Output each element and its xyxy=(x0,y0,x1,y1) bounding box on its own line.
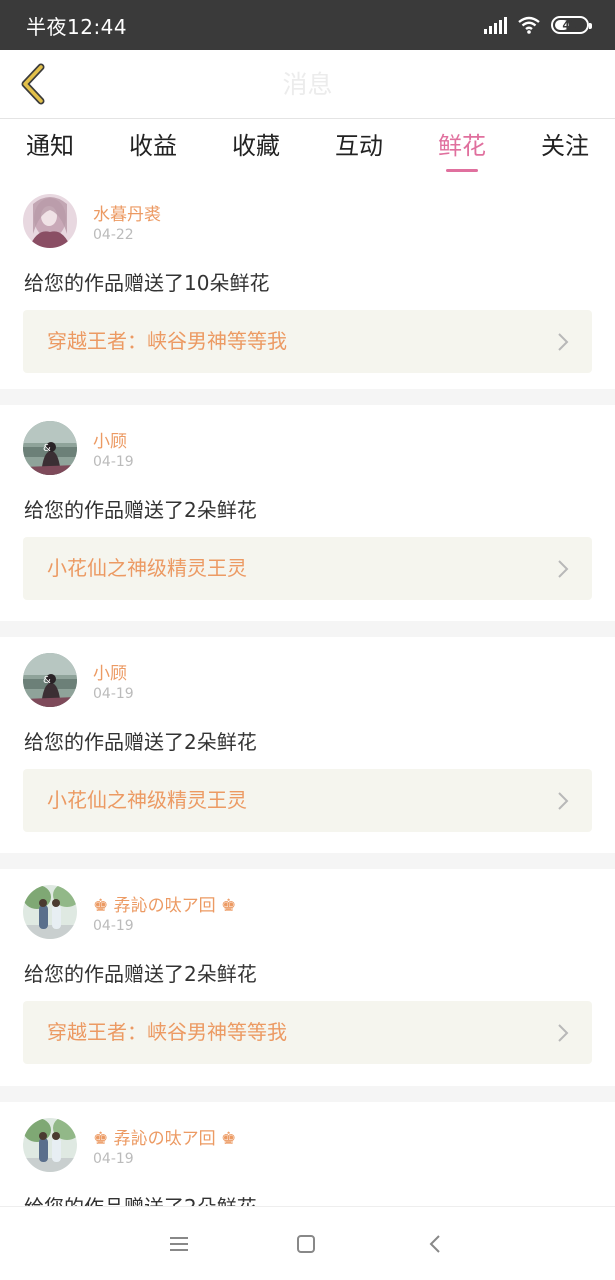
tab-label: 通知 xyxy=(26,132,74,160)
tab-flowers[interactable]: 鲜花 xyxy=(426,120,498,178)
tab-notifications[interactable]: 通知 xyxy=(14,120,86,178)
avatar[interactable] xyxy=(23,1118,77,1172)
user-name[interactable]: ♚ 孨訫の呔ア回 ♚ xyxy=(93,891,236,916)
divider xyxy=(0,621,615,637)
work-link[interactable]: 小花仙之神级精灵王灵 xyxy=(23,769,592,832)
gift-message: 给您的作品赠送了2朵鲜花 xyxy=(24,498,257,522)
svg-text:&: & xyxy=(43,443,51,454)
user-name[interactable]: ♚ 孨訫の呔ア回 ♚ xyxy=(93,1124,236,1149)
chevron-right-icon xyxy=(558,792,569,810)
list-item: ♚ 孨訫の呔ア回 ♚ 04-19 给您的作品赠送了2朵鲜花 穿越王者：峡谷男神等… xyxy=(0,869,615,1086)
battery-level: 41 xyxy=(562,18,578,32)
post-date: 04-19 xyxy=(93,686,134,702)
status-bar: 半夜12:44 41 xyxy=(0,0,615,50)
tab-label: 互动 xyxy=(335,132,383,160)
work-title: 穿越王者：峡谷男神等等我 xyxy=(47,1020,287,1044)
tab-bar: 通知 收益 收藏 互动 鲜花 关注 xyxy=(0,120,615,178)
page-title: 消息 xyxy=(282,70,333,99)
tab-follows[interactable]: 关注 xyxy=(529,120,601,178)
post-date: 04-19 xyxy=(93,454,134,470)
avatar[interactable] xyxy=(23,885,77,939)
menu-icon xyxy=(170,1237,188,1251)
avatar[interactable]: & xyxy=(23,653,77,707)
menu-button[interactable] xyxy=(162,1227,196,1261)
work-link[interactable]: 穿越王者：峡谷男神等等我 xyxy=(23,1001,592,1064)
tab-label: 收藏 xyxy=(232,132,280,160)
work-title: 穿越王者：峡谷男神等等我 xyxy=(47,329,287,353)
tab-label: 鲜花 xyxy=(438,132,486,160)
user-name[interactable]: 水暮丹裘 xyxy=(93,200,161,225)
status-icons: 41 xyxy=(484,15,592,35)
tab-interactions[interactable]: 互动 xyxy=(323,120,395,178)
work-title: 小花仙之神级精灵王灵 xyxy=(47,556,247,580)
gift-message: 给您的作品赠送了2朵鲜花 xyxy=(24,1191,257,1206)
list-item: 水暮丹裘 04-22 给您的作品赠送了10朵鲜花 穿越王者：峡谷男神等等我 xyxy=(0,178,615,389)
divider xyxy=(0,1086,615,1102)
gift-message: 给您的作品赠送了10朵鲜花 xyxy=(24,271,270,295)
signal-icon xyxy=(484,16,507,34)
list-item: & 小顾 04-19 给您的作品赠送了2朵鲜花 小花仙之神级精灵王灵 xyxy=(0,637,615,853)
work-link[interactable]: 穿越王者：峡谷男神等等我 xyxy=(23,310,592,373)
svg-text:&: & xyxy=(43,675,51,686)
tab-label: 收益 xyxy=(129,132,177,160)
post-date: 04-19 xyxy=(93,918,134,934)
wifi-icon xyxy=(518,16,540,34)
avatar[interactable] xyxy=(23,194,77,248)
user-name[interactable]: 小顾 xyxy=(93,427,127,452)
chevron-right-icon xyxy=(558,1024,569,1042)
post-date: 04-22 xyxy=(93,227,134,243)
work-link[interactable]: 小花仙之神级精灵王灵 xyxy=(23,537,592,600)
gift-message: 给您的作品赠送了2朵鲜花 xyxy=(24,730,257,754)
tab-favorites[interactable]: 收藏 xyxy=(220,120,292,178)
tab-label: 关注 xyxy=(541,132,589,160)
divider xyxy=(0,853,615,869)
app-header: 消息 xyxy=(0,50,615,119)
work-title: 小花仙之神级精灵王灵 xyxy=(47,788,247,812)
tab-earnings[interactable]: 收益 xyxy=(117,120,189,178)
system-back-button[interactable] xyxy=(418,1227,452,1261)
divider xyxy=(0,389,615,405)
home-square-icon xyxy=(297,1235,315,1253)
chevron-right-icon xyxy=(558,560,569,578)
user-name[interactable]: 小顾 xyxy=(93,659,127,684)
list-item: ♚ 孨訫の呔ア回 ♚ 04-19 给您的作品赠送了2朵鲜花 xyxy=(0,1102,615,1206)
tab-active-indicator xyxy=(446,169,478,172)
home-button[interactable] xyxy=(289,1227,323,1261)
system-nav-bar xyxy=(0,1206,615,1280)
avatar[interactable]: & xyxy=(23,421,77,475)
back-triangle-icon xyxy=(429,1235,440,1253)
list-item: & 小顾 04-19 给您的作品赠送了2朵鲜花 小花仙之神级精灵王灵 xyxy=(0,405,615,621)
status-time: 半夜12:44 xyxy=(26,14,128,39)
battery-icon: 41 xyxy=(551,16,592,34)
chevron-right-icon xyxy=(558,333,569,351)
flower-message-list[interactable]: 水暮丹裘 04-22 给您的作品赠送了10朵鲜花 穿越王者：峡谷男神等等我 & … xyxy=(0,178,615,1206)
post-date: 04-19 xyxy=(93,1151,134,1167)
gift-message: 给您的作品赠送了2朵鲜花 xyxy=(24,962,257,986)
